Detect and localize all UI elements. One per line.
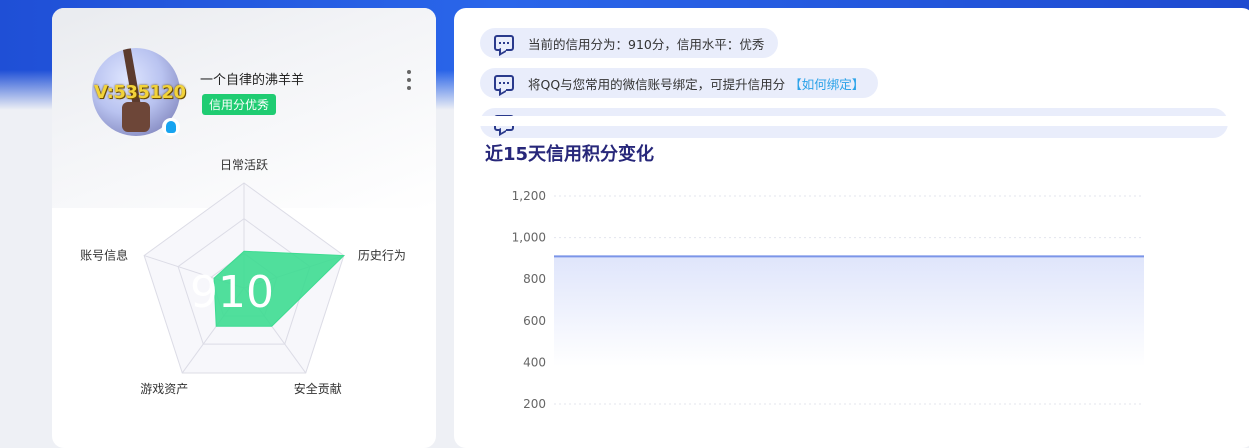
radar-axis-label: 账号信息 (80, 248, 128, 263)
nickname: 一个自律的沸羊羊 (200, 73, 305, 88)
more-options-icon[interactable] (406, 70, 412, 94)
message-scroll-mask (454, 116, 1249, 126)
how-to-bind-link[interactable]: 【如何绑定】 (789, 74, 864, 93)
message-text: 将QQ与您常用的微信账号绑定，可提升信用分 (528, 76, 786, 92)
credit-level-badge: 信用分优秀 (202, 94, 277, 115)
radar-axis-label: 游戏资产 (140, 382, 188, 396)
credit-trend-chart: 1,200 1,000 800 600 400 200 (512, 189, 1144, 411)
y-tick-label: 1,000 (512, 231, 546, 245)
message-icon (494, 35, 514, 51)
radar-axis-label: 安全贡献 (294, 381, 342, 396)
message-item: 当前的信用分为：910分，信用水平：优秀 (480, 28, 779, 58)
radar-axis-label: 日常活跃 (220, 158, 268, 172)
qq-penguin-icon (162, 118, 180, 136)
radar-axis-label: 历史行为 (358, 249, 406, 263)
credit-score-value: 910 (190, 267, 274, 318)
series-area-fill (554, 256, 1144, 367)
profile-card: V:535120 一个自律的沸羊羊 信用分优秀 日常活跃历史行为安全贡献 游戏资产… (52, 8, 436, 448)
chart-title: 近15天信用积分变化 (485, 144, 655, 165)
credit-info-card: 当前的信用分为：910分，信用水平：优秀 将QQ与您常用的微信账号绑定，可提升信… (454, 8, 1249, 448)
y-tick-label: 200 (523, 397, 546, 411)
message-item: 将QQ与您常用的微信账号绑定，可提升信用分 【如何绑定】 (480, 68, 879, 98)
message-text: 当前的信用分为：910分，信用水平：优秀 (528, 36, 765, 52)
y-tick-label: 1,200 (512, 189, 546, 203)
vip-score-label: V:535120 (94, 82, 186, 103)
message-icon (494, 75, 514, 91)
y-tick-label: 600 (523, 314, 546, 328)
y-tick-label: 800 (523, 272, 546, 286)
y-tick-label: 400 (523, 355, 546, 369)
credit-radar-chart: 日常活跃历史行为安全贡献 游戏资产 账号信息 910 (80, 158, 406, 396)
